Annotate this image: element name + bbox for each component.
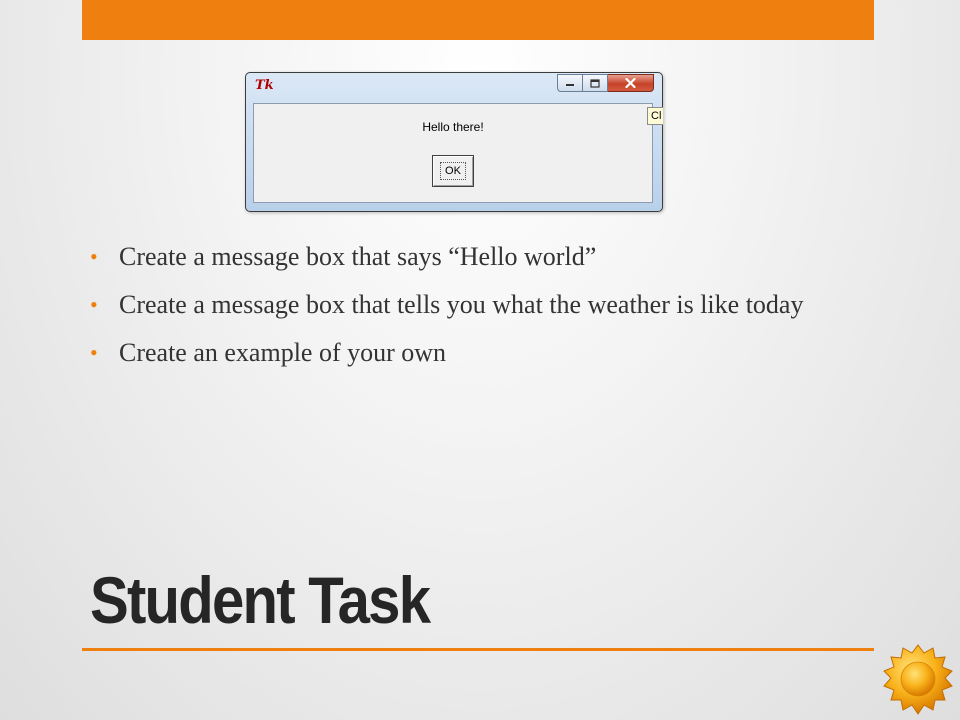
window-client-area: Hello there! OK — [253, 103, 653, 203]
bullet-item: Create a message box that says “Hello wo… — [90, 238, 850, 276]
window-titlebar: Tk — [246, 73, 662, 101]
window-controls — [557, 74, 654, 92]
bullet-item: Create an example of your own — [90, 334, 850, 372]
slide-title: Student Task — [90, 563, 431, 637]
title-underline — [82, 648, 874, 651]
close-icon — [625, 78, 636, 88]
ok-button-label: OK — [440, 162, 466, 180]
bullet-item: Create a message box that tells you what… — [90, 286, 850, 324]
sun-logo-icon — [883, 644, 953, 715]
background-window-edge: Cl — [647, 107, 663, 125]
close-button[interactable] — [608, 74, 654, 92]
maximize-button[interactable] — [583, 74, 608, 92]
ok-button[interactable]: OK — [432, 155, 474, 187]
task-bullet-list: Create a message box that says “Hello wo… — [90, 238, 850, 382]
maximize-icon — [590, 78, 600, 88]
top-accent-bar — [82, 0, 874, 40]
minimize-button[interactable] — [557, 74, 583, 92]
minimize-icon — [566, 84, 574, 86]
tk-logo-icon: Tk — [255, 78, 274, 93]
tk-message-window-screenshot: Tk Hello there! OK — [245, 72, 663, 212]
message-label: Hello there! — [422, 120, 484, 134]
